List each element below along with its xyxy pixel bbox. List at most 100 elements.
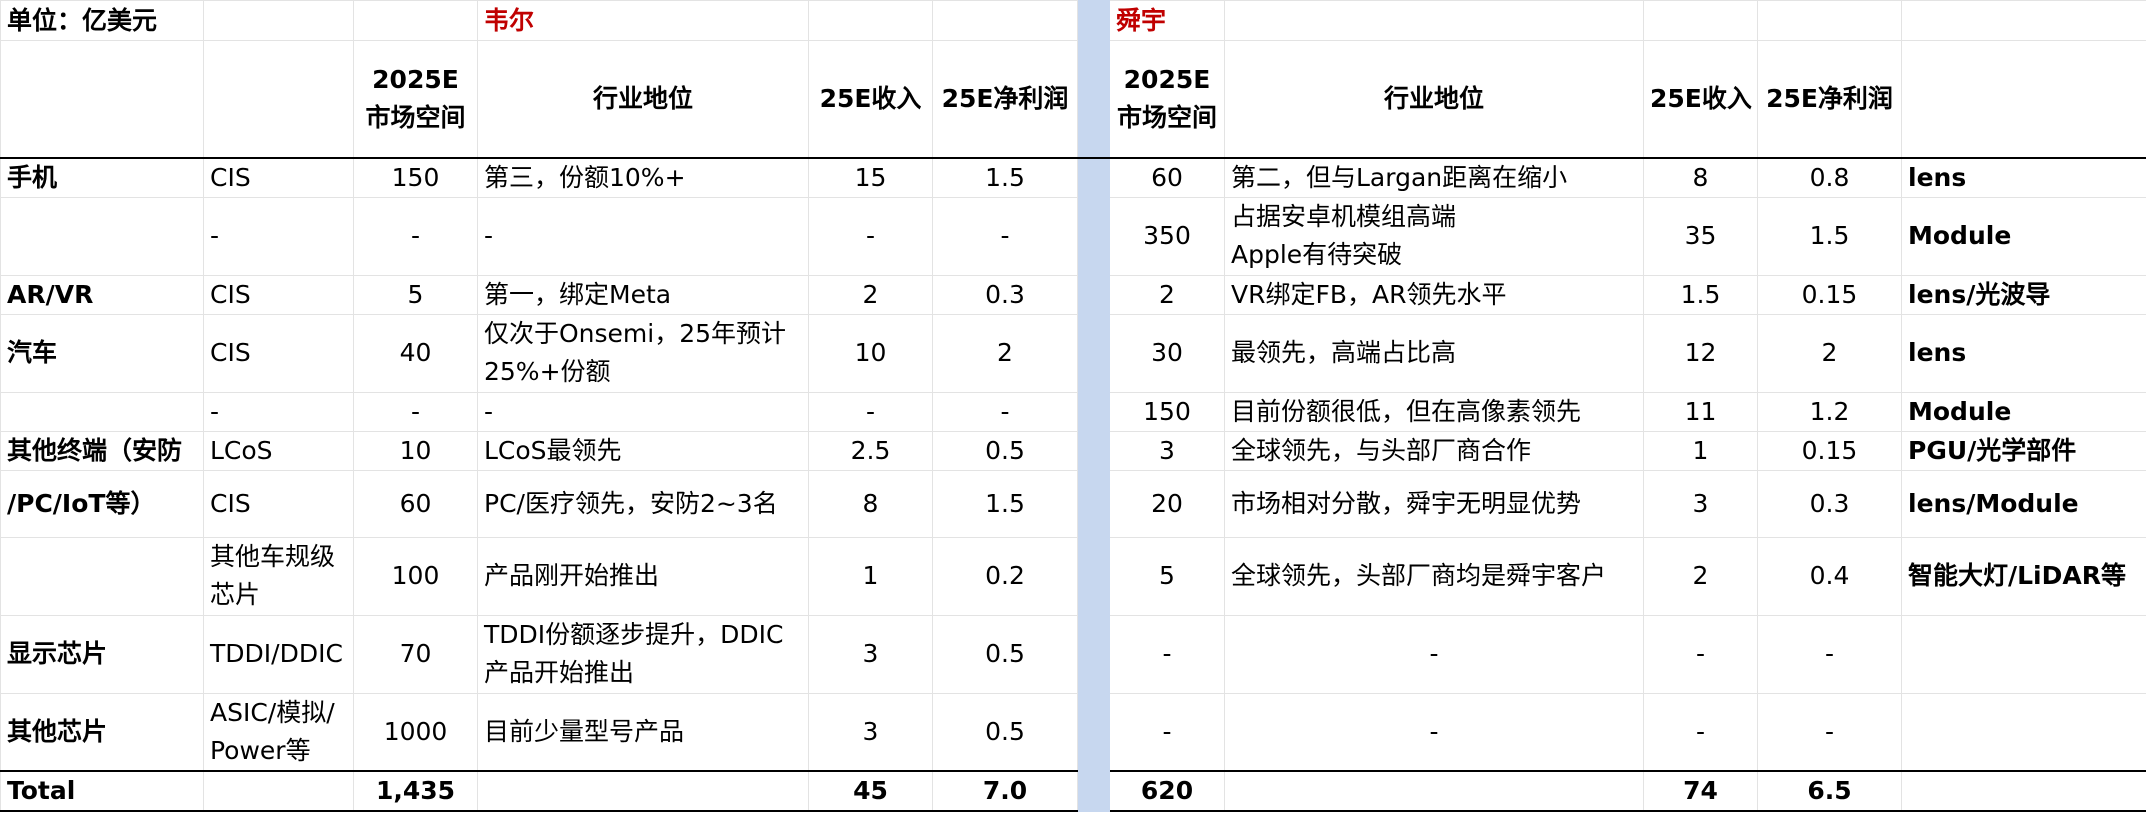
table-row: 其他芯片 ASIC/模拟/Power等 1000 目前少量型号产品 3 0.5 … <box>0 692 2146 772</box>
product-cell: CIS <box>203 469 354 538</box>
comparison-table: 单位：亿美元 韦尔 舜宇 2025E 市场空间 行业地位 25E收入 25E净利… <box>0 0 2146 812</box>
profit-cell-right: 1.5 <box>1757 196 1902 276</box>
header-revenue-right: 25E收入 <box>1643 40 1758 159</box>
position-cell-left: 第一，绑定Meta <box>477 274 809 315</box>
profit-cell-left: 0.2 <box>932 536 1078 616</box>
position-cell-left: PC/医疗领先，安防2~3名 <box>477 469 809 538</box>
position-cell-right: 最领先，高端占比高 <box>1224 313 1644 393</box>
revenue-cell-left: 3 <box>808 692 933 772</box>
revenue-cell-left: - <box>808 391 933 432</box>
market-cell-right: 30 <box>1109 313 1225 393</box>
market-cell-right: 150 <box>1109 391 1225 432</box>
revenue-cell-right: 35 <box>1643 196 1758 276</box>
position-cell-right: 占据安卓机模组高端 Apple有待突破 <box>1224 196 1644 276</box>
revenue-cell-left: 2 <box>808 274 933 315</box>
profit-cell-left: - <box>932 196 1078 276</box>
segment-cell <box>0 536 204 616</box>
market-cell-left: 1000 <box>353 692 478 772</box>
product-cell: TDDI/DDIC <box>203 614 354 694</box>
market-cell-right: 60 <box>1109 157 1225 198</box>
position-cell-right: 全球领先，与头部厂商合作 <box>1224 430 1644 471</box>
position-cell-right: - <box>1224 692 1644 772</box>
table-row: - - - - - 150 目前份额很低，但在高像素领先 11 1.2 Modu… <box>0 391 2146 432</box>
product-cell-right: 智能大灯/LiDAR等 <box>1901 536 2146 616</box>
profit-cell-right: 1.2 <box>1757 391 1902 432</box>
market-cell-right: 3 <box>1109 430 1225 471</box>
header-market-right: 2025E 市场空间 <box>1109 40 1225 159</box>
market-cell-right: - <box>1109 692 1225 772</box>
product-cell-right <box>1901 692 2146 772</box>
table-row: 汽车 CIS 40 仅次于Onsemi，25年预计 25%+份额 10 2 30 … <box>0 313 2146 393</box>
profit-cell-left: 0.5 <box>932 692 1078 772</box>
position-cell-left: 第三，份额10%+ <box>477 157 809 198</box>
market-cell-left: 150 <box>353 157 478 198</box>
market-cell-left: 70 <box>353 614 478 694</box>
product-cell-right: Module <box>1901 196 2146 276</box>
profit-cell-right: 0.3 <box>1757 469 1902 538</box>
segment-cell: 汽车 <box>0 313 204 393</box>
total-market-left: 1,435 <box>353 770 478 812</box>
revenue-cell-left: - <box>808 196 933 276</box>
header-position-left: 行业地位 <box>477 40 809 159</box>
revenue-cell-left: 2.5 <box>808 430 933 471</box>
market-cell-left: 100 <box>353 536 478 616</box>
market-cell-left: 5 <box>353 274 478 315</box>
product-cell: CIS <box>203 313 354 393</box>
position-cell-right: 目前份额很低，但在高像素领先 <box>1224 391 1644 432</box>
revenue-cell-right: 11 <box>1643 391 1758 432</box>
segment-cell: 手机 <box>0 157 204 198</box>
company-name-right: 舜宇 <box>1109 0 1225 41</box>
total-revenue-right: 74 <box>1643 770 1758 812</box>
total-profit-right: 6.5 <box>1757 770 1902 812</box>
profit-cell-left: 0.5 <box>932 430 1078 471</box>
product-cell-right: lens <box>1901 157 2146 198</box>
position-cell-right: VR绑定FB，AR领先水平 <box>1224 274 1644 315</box>
market-cell-left: - <box>353 196 478 276</box>
product-cell-right: PGU/光学部件 <box>1901 430 2146 471</box>
total-label: Total <box>0 770 204 812</box>
header-profit-right: 25E净利润 <box>1757 40 1902 159</box>
unit-label: 单位：亿美元 <box>0 0 204 41</box>
product-cell-right <box>1901 614 2146 694</box>
profit-cell-right: - <box>1757 692 1902 772</box>
profit-cell-right: 0.8 <box>1757 157 1902 198</box>
table-row: 手机 CIS 150 第三，份额10%+ 15 1.5 60 第二，但与Larg… <box>0 157 2146 198</box>
position-cell-left: 产品刚开始推出 <box>477 536 809 616</box>
revenue-cell-right: 3 <box>1643 469 1758 538</box>
profit-cell-left: 1.5 <box>932 469 1078 538</box>
market-cell-right: 350 <box>1109 196 1225 276</box>
header-position-right: 行业地位 <box>1224 40 1644 159</box>
revenue-cell-right: 8 <box>1643 157 1758 198</box>
profit-cell-right: 2 <box>1757 313 1902 393</box>
table-row: - - - - - 350 占据安卓机模组高端 Apple有待突破 35 1.5 … <box>0 196 2146 276</box>
segment-cell: 显示芯片 <box>0 614 204 694</box>
profit-cell-left: 0.3 <box>932 274 1078 315</box>
product-cell: CIS <box>203 157 354 198</box>
revenue-cell-left: 1 <box>808 536 933 616</box>
table-row: 其他终端（安防 LCoS 10 LCoS最领先 2.5 0.5 3 全球领先，与… <box>0 430 2146 471</box>
market-cell-left: 40 <box>353 313 478 393</box>
table-row: AR/VR CIS 5 第一，绑定Meta 2 0.3 2 VR绑定FB，AR领… <box>0 274 2146 315</box>
segment-cell <box>0 196 204 276</box>
position-cell-left: LCoS最领先 <box>477 430 809 471</box>
revenue-cell-left: 3 <box>808 614 933 694</box>
position-cell-left: 目前少量型号产品 <box>477 692 809 772</box>
market-cell-right: 5 <box>1109 536 1225 616</box>
profit-cell-left: 1.5 <box>932 157 1078 198</box>
product-cell-right: lens/Module <box>1901 469 2146 538</box>
position-cell-left: 仅次于Onsemi，25年预计 25%+份额 <box>477 313 809 393</box>
total-market-right: 620 <box>1109 770 1225 812</box>
company-name-left: 韦尔 <box>477 0 809 41</box>
segment-cell: AR/VR <box>0 274 204 315</box>
total-row: Total 1,435 45 7.0 620 74 6.5 <box>0 770 2146 812</box>
profit-cell-right: 0.15 <box>1757 430 1902 471</box>
header-revenue-left: 25E收入 <box>808 40 933 159</box>
segment-cell: 其他终端（安防 <box>0 430 204 471</box>
product-cell: CIS <box>203 274 354 315</box>
revenue-cell-left: 15 <box>808 157 933 198</box>
header-market-left: 2025E 市场空间 <box>353 40 478 159</box>
position-cell-left: - <box>477 196 809 276</box>
product-cell-right: lens <box>1901 313 2146 393</box>
position-cell-left: - <box>477 391 809 432</box>
market-cell-right: - <box>1109 614 1225 694</box>
